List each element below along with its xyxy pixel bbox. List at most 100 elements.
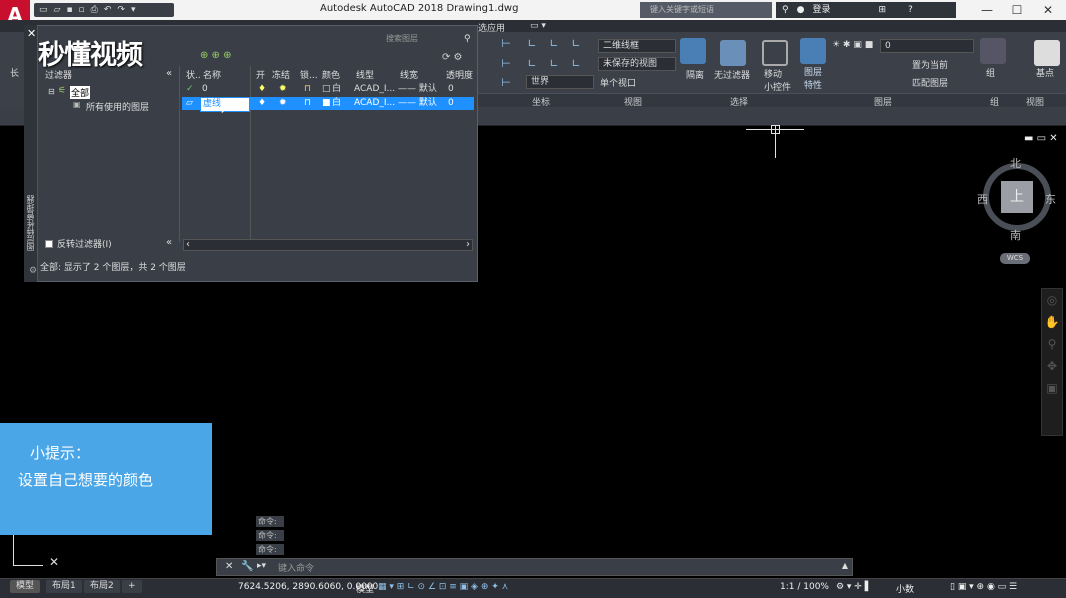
layer-color[interactable]: 白	[332, 83, 341, 96]
layer-transparency[interactable]: 0	[448, 83, 454, 96]
command-input[interactable]: 键入命令	[278, 561, 314, 574]
col-freeze[interactable]: 冻结	[272, 68, 290, 81]
set-current-button[interactable]: 置为当前	[912, 58, 948, 71]
undo-icon[interactable]: ↶	[104, 5, 112, 15]
layer-name[interactable]: 0	[202, 83, 208, 96]
navbar-icons[interactable]: ◎ ✋ ⚲ ✥ ▣	[1042, 289, 1062, 399]
save-icon[interactable]: ▪	[66, 5, 72, 15]
panel-title-coords[interactable]: 坐标	[532, 95, 550, 108]
base-point-icon[interactable]	[1034, 40, 1060, 66]
col-transparency[interactable]: 透明度	[446, 68, 473, 81]
compass-north[interactable]: 北	[1010, 155, 1021, 171]
col-status[interactable]: 状..	[186, 68, 201, 81]
ucs-view-icon[interactable]: ∟	[568, 37, 584, 51]
binoculars-icon[interactable]: ⚲	[782, 2, 789, 18]
color-swatch-icon[interactable]: ■	[322, 97, 331, 110]
visual-style-select[interactable]: 二维线框	[598, 39, 676, 53]
tab-model[interactable]: 模型	[10, 580, 41, 593]
help-button[interactable]: ?	[908, 2, 913, 18]
move-gizmo-icon[interactable]	[762, 40, 788, 66]
lock-icon[interactable]: ⊓	[304, 97, 311, 110]
col-color[interactable]: 颜色	[322, 68, 340, 81]
model-space-button[interactable]: 模型	[356, 582, 374, 595]
match-layer-button[interactable]: 匹配图层	[912, 76, 948, 89]
close-window-button[interactable]: ✕	[1031, 0, 1065, 20]
command-close-icon[interactable]: ✕	[225, 561, 233, 572]
panel-title-view2[interactable]: 视图	[1026, 95, 1044, 108]
scroll-left-icon[interactable]: ‹	[186, 239, 190, 250]
print-icon[interactable]: ⎙	[91, 5, 98, 15]
navigation-bar[interactable]: ◎ ✋ ⚲ ✥ ▣	[1041, 288, 1063, 436]
panel-title-groups[interactable]: 组	[990, 95, 999, 108]
col-name[interactable]: 名称	[203, 68, 221, 81]
ucs-x-icon[interactable]: ⊢	[498, 57, 514, 71]
new-file-icon[interactable]: ▭	[39, 5, 48, 15]
quick-access-toolbar[interactable]: ▭ ▱ ▪ ▫ ⎙ ↶ ↷ ▾	[34, 3, 174, 17]
redo-icon[interactable]: ↷	[117, 5, 125, 15]
viewport-controls-icon[interactable]: ▬ ▭ ✕	[1024, 133, 1058, 144]
isolate-icon[interactable]	[680, 38, 706, 64]
open-file-icon[interactable]: ▱	[54, 5, 61, 15]
group-label[interactable]: 组	[986, 66, 995, 79]
viewcube-top-face[interactable]: 上	[1001, 181, 1033, 213]
group-icon[interactable]	[980, 38, 1006, 64]
tab-layout2[interactable]: 布局2	[84, 580, 120, 593]
panel-title-view[interactable]: 视图	[624, 95, 642, 108]
no-filter-icon[interactable]	[720, 40, 746, 66]
tab-featured-apps[interactable]: 选应用	[478, 21, 505, 34]
col-linetype[interactable]: 线型	[356, 68, 374, 81]
layer-transparency[interactable]: 0	[448, 97, 454, 110]
freeze-sun-icon[interactable]: ✹	[279, 97, 287, 110]
layer-linetype[interactable]: ACAD_I...	[354, 83, 395, 96]
units-select[interactable]: 小数	[896, 582, 914, 595]
move-gizmo-label[interactable]: 移动 小控件	[764, 67, 791, 93]
ucs-y-icon[interactable]: ∟	[524, 57, 540, 71]
invert-filter-box[interactable]	[45, 239, 53, 248]
ucs-named-icon[interactable]: ⊢	[498, 76, 514, 90]
wcs-menu-button[interactable]: WCS	[1000, 253, 1030, 264]
freeze-sun-icon[interactable]: ✹	[279, 83, 287, 96]
col-lock[interactable]: 锁...	[300, 68, 318, 81]
qat-dropdown-icon[interactable]: ▾	[131, 5, 136, 15]
saved-view-select[interactable]: 未保存的视图	[598, 57, 676, 71]
add-layout-button[interactable]: +	[122, 580, 142, 593]
layer-properties-icon[interactable]	[800, 38, 826, 64]
compass-west[interactable]: 西	[977, 191, 988, 207]
filter-used-item[interactable]: 所有使用的图层	[86, 100, 149, 113]
layer-properties-label[interactable]: 图层 特性	[804, 65, 822, 91]
col-on[interactable]: 开	[256, 68, 265, 81]
horizontal-scrollbar[interactable]: ‹ ›	[183, 239, 473, 251]
col-lineweight[interactable]: 线宽	[400, 68, 418, 81]
panel-title-selection[interactable]: 选择	[730, 95, 748, 108]
ucs-z-icon[interactable]: ∟	[546, 57, 562, 71]
on-bulb-icon[interactable]: ♦	[258, 97, 266, 110]
ucs-select[interactable]: 世界	[526, 75, 594, 89]
layer-toolbar-icons[interactable]: ⊕ ⊕ ⊕	[200, 50, 232, 61]
layer-row[interactable]: ✓ 0 ♦ ✹ ⊓ □ 白 ACAD_I... —— 默认 0	[182, 83, 474, 96]
login-link[interactable]: 登录	[812, 2, 830, 18]
drafting-toggles-icons[interactable]: ▦ ▾ ⊞ ∟ ⊙ ∠ ⊡ ≡ ▣ ◈ ⊕ ✦ ⋏	[378, 582, 508, 592]
ucs-3p-icon[interactable]: ∟	[568, 57, 584, 71]
layer-manager-settings-icon[interactable]: ⚙	[29, 266, 37, 276]
annotation-scale[interactable]: 1:1 / 100%	[780, 582, 829, 592]
collapse-filters-icon[interactable]: «	[166, 68, 172, 79]
refresh-settings-icon[interactable]: ⟳ ⚙	[442, 52, 463, 63]
layer-state-icons[interactable]: ☀ ✱ ▣ ■	[832, 40, 873, 50]
viewport-config-button[interactable]: 单个视口	[600, 76, 636, 89]
tree-expand-icon[interactable]: ⊟	[48, 87, 55, 96]
invert-filter-checkbox[interactable]: 反转过滤器(I)	[45, 237, 112, 250]
layer-search-icon[interactable]: ⚲	[464, 34, 471, 44]
tab-layout1[interactable]: 布局1	[46, 580, 82, 593]
layer-linetype[interactable]: ACAD_I...	[354, 97, 395, 110]
maximize-button[interactable]: ☐	[1000, 0, 1034, 20]
ucs-icon[interactable]: ⊢	[498, 37, 514, 51]
collapse-filter-pane-icon[interactable]: «	[166, 237, 172, 248]
lock-icon[interactable]: ⊓	[304, 83, 311, 96]
panel-title-layers[interactable]: 图层	[874, 95, 892, 108]
current-layer-select[interactable]: 0	[880, 39, 974, 53]
save-as-icon[interactable]: ▫	[79, 5, 85, 15]
ucs-origin-icon[interactable]: ∟	[546, 37, 562, 51]
compass-south[interactable]: 南	[1010, 227, 1021, 243]
base-point-label[interactable]: 基点	[1036, 66, 1054, 79]
cart-icon[interactable]: ⊞	[878, 2, 886, 18]
